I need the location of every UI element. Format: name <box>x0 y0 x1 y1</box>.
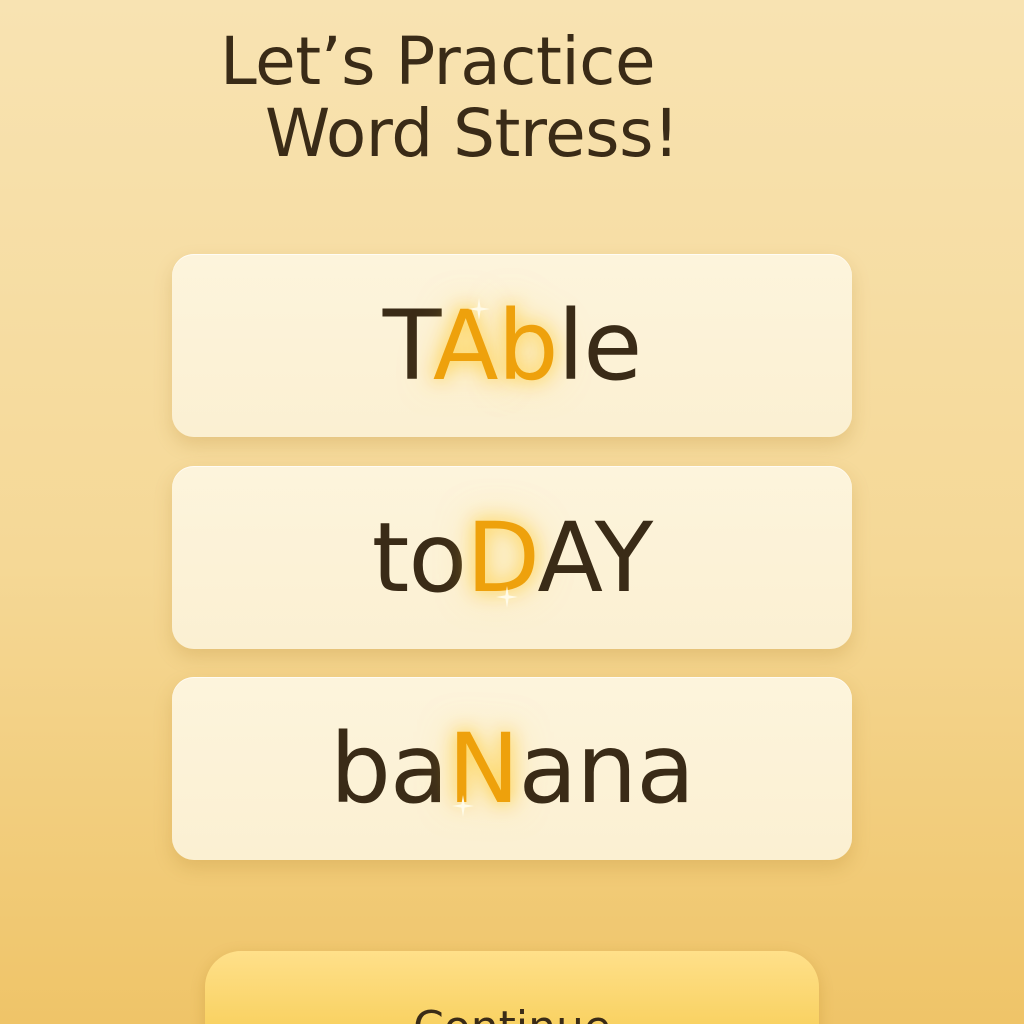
continue-button[interactable]: Continue <box>205 951 819 1024</box>
page-title-line-1: Let’s Practice <box>220 23 656 100</box>
word-part-unstressed: ba <box>329 712 449 825</box>
stressed-syllable: D <box>466 501 538 614</box>
word-part-unstressed: to <box>371 501 467 614</box>
word-part-unstressed: AY <box>537 501 653 614</box>
word-part-unstressed: T <box>382 289 434 402</box>
word-today: toDAY <box>372 510 653 606</box>
page-title: Let’s Practice Word Stress! <box>0 22 1024 202</box>
word-part-unstressed: le <box>557 289 643 402</box>
word-table: TAble <box>383 298 643 394</box>
word-card-today[interactable]: toDAY <box>172 466 852 649</box>
word-banana: baNana <box>330 721 695 817</box>
stressed-syllable: N <box>447 712 520 825</box>
word-part-unstressed: ana <box>518 712 695 825</box>
stressed-syllable: Ab <box>432 289 559 402</box>
word-card-banana[interactable]: baNana <box>172 677 852 860</box>
word-card-table[interactable]: TAble <box>172 254 852 437</box>
page-title-line-2: Word Stress! <box>265 95 679 172</box>
